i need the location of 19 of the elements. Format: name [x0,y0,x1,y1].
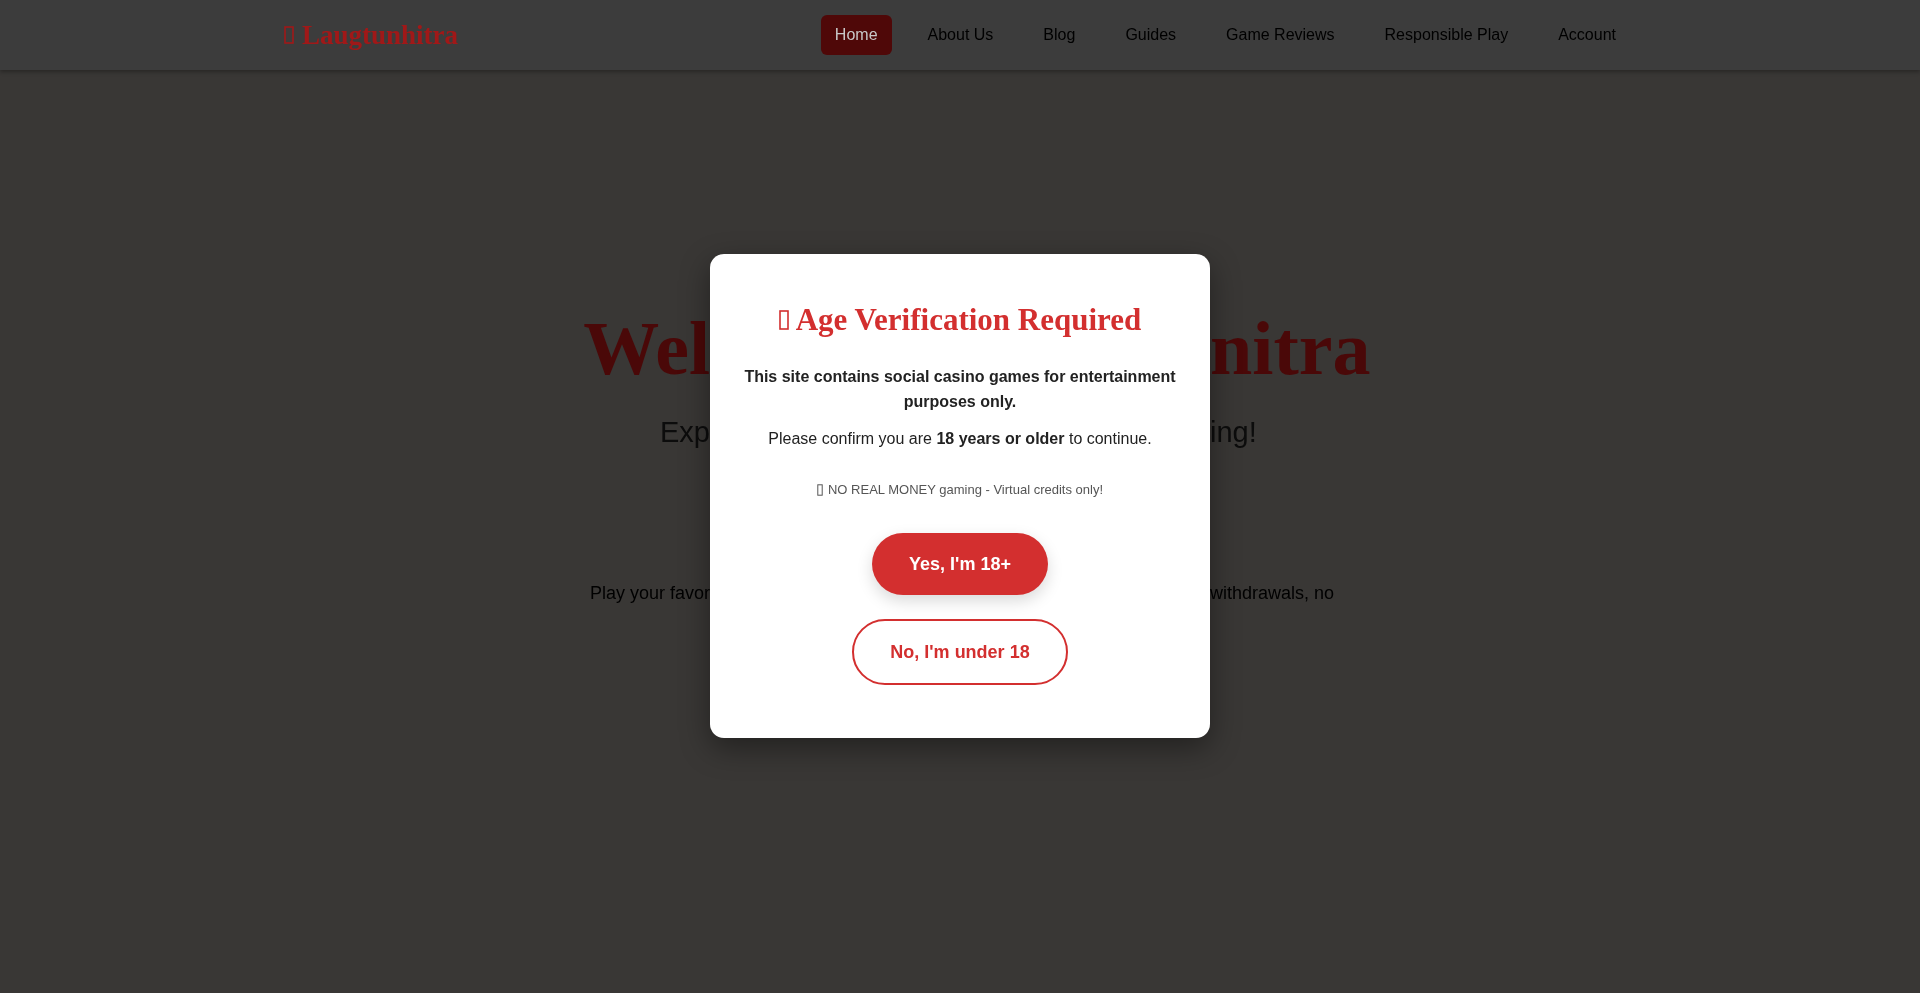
dialog-note: NO REAL MONEY gaming - Virtual credits only! [828,482,1103,497]
confirm-button[interactable]: Yes, I'm 18+ [872,533,1048,595]
hero-text: Play your favor [589,583,710,604]
nav-link[interactable]: Guides [1111,15,1191,55]
nav-link[interactable]: About Us [913,15,1008,55]
nav-link[interactable]: Game Reviews [1212,15,1349,55]
glyph-box-icon [778,309,789,331]
dialog-message: This site contains social casino games for entertainment purposes only. [743,367,1177,412]
nav-link[interactable]: Home [820,15,892,55]
glyph-box-icon [817,483,823,496]
dialog-prompt: Please confirm you are 18 years or older to continue. [767,430,1153,448]
hero-text: withdrawals, no [1210,583,1335,604]
nav-link[interactable]: Account [1544,15,1630,55]
nav-link[interactable]: Blog [1029,15,1090,55]
glyph-box-icon [284,25,294,45]
site-logo[interactable]: Laugtunhitra [302,19,459,51]
nav-link[interactable]: Responsible Play [1370,15,1523,55]
dialog-title: Age Verification Required [795,302,1142,338]
confirm-button[interactable]: No, I'm under 18 [852,619,1068,685]
